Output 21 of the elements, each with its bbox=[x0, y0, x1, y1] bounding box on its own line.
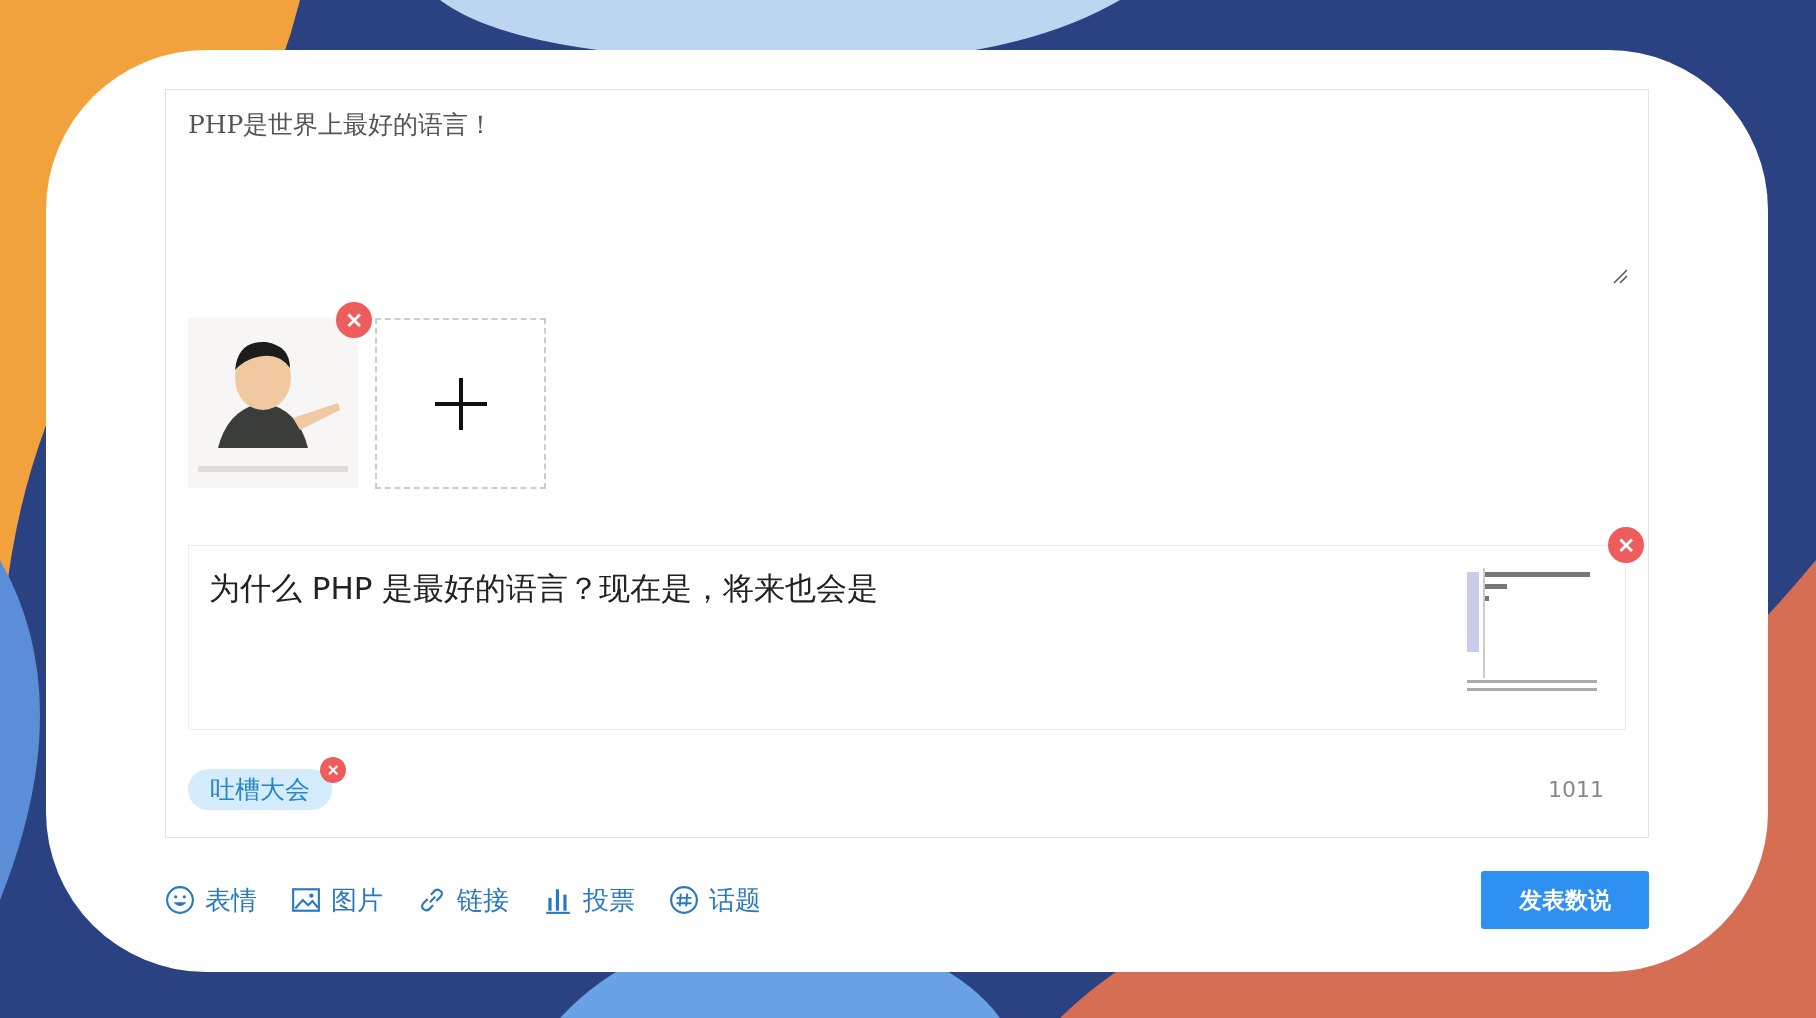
link-title: 为什么 PHP 是最好的语言？现在是，将来也会是 bbox=[209, 569, 879, 608]
publish-button[interactable]: 发表数说 bbox=[1481, 871, 1649, 929]
character-count: 1011 bbox=[1548, 777, 1604, 802]
smiley-icon bbox=[165, 885, 195, 915]
toolbar-button[interactable]: 话题 bbox=[669, 882, 761, 918]
toolbar-button[interactable]: 链接 bbox=[417, 882, 509, 918]
remove-button[interactable] bbox=[336, 302, 372, 338]
close-icon bbox=[327, 764, 339, 776]
link-preview-card[interactable]: 为什么 PHP 是最好的语言？现在是，将来也会是 bbox=[188, 545, 1626, 730]
close-icon bbox=[346, 312, 362, 328]
hashtag-icon bbox=[669, 885, 699, 915]
close-icon bbox=[1618, 537, 1634, 553]
remove-button[interactable] bbox=[1608, 527, 1644, 563]
text-field[interactable]: PHP是世界上最好的语言！ bbox=[188, 108, 1626, 298]
toolbar-button[interactable]: 图片 bbox=[291, 882, 383, 918]
toolbar-button[interactable]: 表情 bbox=[165, 882, 257, 918]
resize-handle-icon[interactable] bbox=[1612, 268, 1628, 284]
remove-button[interactable] bbox=[320, 757, 346, 783]
image-icon bbox=[291, 885, 321, 915]
toolbar-button[interactable]: 投票 bbox=[543, 882, 635, 918]
plus-icon bbox=[434, 377, 487, 430]
